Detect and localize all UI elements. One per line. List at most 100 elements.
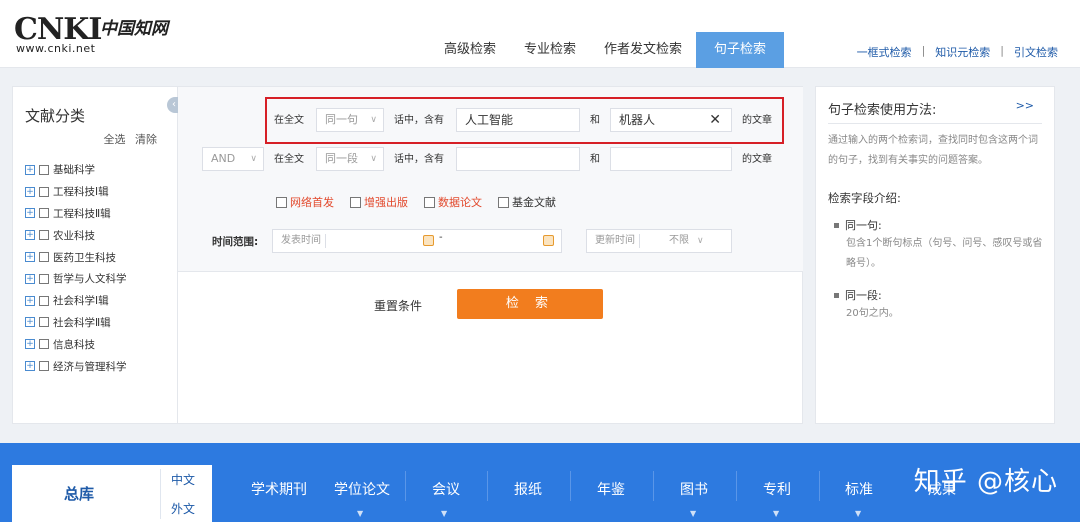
expand-icon[interactable]: + — [25, 273, 35, 284]
db-patents[interactable]: 专利 — [763, 479, 791, 499]
clear-link[interactable]: 清除 — [135, 133, 157, 146]
link-citation-search[interactable]: 引文检索 — [1014, 44, 1058, 60]
category-list: + 基础科学 + 工程科技Ⅰ辑 + 工程科技Ⅱ辑 + 农业科技 + 医药卫生科技 + 哲学与… — [25, 159, 127, 377]
db-theses[interactable]: 学位论文 — [334, 479, 390, 499]
help-description: 通过输入的两个检索词，查找同时包含这两个词的句子，找到有关事实的问题答案。 — [828, 135, 1038, 166]
checkbox[interactable] — [39, 273, 49, 284]
checkbox-fund-literature[interactable]: 基金文献 — [498, 194, 556, 210]
checkbox-enhanced-publish[interactable]: 增强出版 — [350, 194, 408, 210]
expand-icon[interactable]: + — [25, 295, 35, 306]
category-item[interactable]: + 工程科技Ⅱ辑 — [25, 203, 127, 225]
expand-icon[interactable]: + — [25, 317, 35, 328]
category-item[interactable]: + 经济与管理科学 — [25, 355, 127, 377]
expand-icon[interactable]: + — [25, 208, 35, 219]
db-journals[interactable]: 学术期刊 — [251, 479, 307, 499]
category-item[interactable]: + 社会科学Ⅰ辑 — [25, 290, 127, 312]
category-item[interactable]: + 工程科技Ⅰ辑 — [25, 181, 127, 203]
logic-select[interactable]: AND ∨ — [202, 147, 264, 171]
tab-professional-search[interactable]: 专业检索 — [510, 32, 590, 68]
bullet-icon — [834, 292, 839, 298]
db-yearbook[interactable]: 年鉴 — [597, 479, 625, 499]
checkbox[interactable] — [39, 186, 49, 197]
update-time-select[interactable]: 更新时间 不限 ∨ — [586, 229, 732, 253]
bullet-icon — [834, 222, 839, 228]
db-standards[interactable]: 标准 — [845, 479, 873, 499]
chevron-down-icon: ▼ — [441, 509, 448, 518]
chevron-down-icon: ▼ — [855, 509, 862, 518]
checkbox[interactable] — [39, 208, 49, 219]
category-actions: 全选 清除 — [98, 131, 158, 147]
category-item[interactable]: + 基础科学 — [25, 159, 127, 181]
checkbox[interactable] — [39, 317, 49, 328]
checkbox[interactable] — [39, 230, 49, 241]
category-item[interactable]: + 农业科技 — [25, 224, 127, 246]
chevron-down-icon: ∨ — [370, 154, 377, 164]
term1-input[interactable] — [456, 147, 580, 171]
link-single-box-search[interactable]: 一框式检索 — [857, 44, 912, 60]
chevron-down-icon: ∨ — [697, 236, 704, 246]
checkbox[interactable] — [39, 164, 49, 175]
checkbox-data-paper[interactable]: 数据论文 — [424, 194, 482, 210]
chevron-down-icon: ▼ — [690, 509, 697, 518]
category-item[interactable]: + 医药卫生科技 — [25, 246, 127, 268]
time-range-row: 时间范围: 发表时间 - 更新时间 不限 ∨ — [178, 229, 803, 255]
link-knowledge-search[interactable]: 知识元检索 — [935, 44, 990, 60]
separator: | — [921, 44, 926, 57]
tab-sentence-search[interactable]: 句子检索 — [696, 32, 785, 68]
foreign-db-link[interactable]: 外文 — [171, 500, 195, 517]
cnki-logo[interactable]: CNKI 中国知网 www.cnki.net — [14, 12, 174, 56]
expand-icon[interactable]: + — [25, 252, 35, 263]
expand-icon[interactable]: + — [25, 339, 35, 350]
category-item[interactable]: + 信息科技 — [25, 333, 127, 355]
checkbox[interactable] — [39, 295, 49, 306]
field-same-sentence-desc: 包含1个断句标点（句号、问号、感叹号或省略号）。 — [846, 238, 1043, 269]
expand-icon[interactable]: + — [25, 164, 35, 175]
checkbox[interactable] — [39, 361, 49, 372]
scope-select[interactable]: 同一段 ∨ — [316, 147, 384, 171]
select-all-link[interactable]: 全选 — [104, 133, 126, 146]
db-conference[interactable]: 会议 — [432, 479, 460, 499]
calendar-icon[interactable] — [423, 235, 434, 246]
tab-advanced-search[interactable]: 高级检索 — [430, 32, 510, 68]
term2-input[interactable] — [610, 147, 732, 171]
reset-button[interactable]: 重置条件 — [374, 297, 422, 314]
db-newspaper[interactable]: 报纸 — [514, 479, 542, 499]
help-panel: 句子检索使用方法: >> 通过输入的两个检索词，查找同时包含这两个词的句子，找到… — [815, 86, 1055, 424]
db-books[interactable]: 图书 — [680, 479, 708, 499]
checkbox[interactable] — [39, 339, 49, 350]
tab-author-search[interactable]: 作者发文检索 — [590, 32, 696, 68]
filter-checkboxes: 网络首发 增强出版 数据论文 基金文献 — [276, 194, 572, 210]
logo-url: www.cnki.net — [16, 42, 96, 55]
all-db-link[interactable]: 总库 — [64, 483, 94, 504]
row-suffix: 的文章 — [742, 154, 772, 165]
publish-date-range[interactable]: 发表时间 - — [272, 229, 562, 253]
search-panel: 在全文 同一句 ∨ 话中，含有 人工智能 和 机器人 ✕ 的文章 AND ∨ 在全文 … — [178, 86, 803, 424]
expand-icon[interactable]: + — [25, 361, 35, 372]
category-item[interactable]: + 社会科学Ⅱ辑 — [25, 312, 127, 334]
search-type-tabs: 高级检索 专业检索 作者发文检索 句子检索 — [430, 32, 785, 68]
chevron-down-icon: ▼ — [357, 509, 364, 518]
expand-icon[interactable]: + — [25, 186, 35, 197]
database-main-tab: 总库 中文 外文 — [12, 465, 212, 522]
more-link[interactable]: >> — [1016, 99, 1034, 112]
checkbox[interactable] — [39, 252, 49, 263]
chinese-db-link[interactable]: 中文 — [171, 471, 195, 488]
category-panel: 文献分类 ‹ 全选 清除 + 基础科学 + 工程科技Ⅰ辑 + 工程科技Ⅱ辑 + 农业科技… — [12, 86, 181, 424]
field-same-paragraph-desc: 20句之内。 — [846, 308, 899, 319]
row-mid: 话中，含有 — [394, 154, 444, 165]
category-item[interactable]: + 哲学与人文科学 — [25, 268, 127, 290]
condition-row-2: AND ∨ 在全文 同一段 ∨ 话中，含有 和 的文章 — [178, 147, 803, 173]
chevron-down-icon: ∨ — [250, 154, 257, 164]
checkbox-online-first[interactable]: 网络首发 — [276, 194, 334, 210]
expand-icon[interactable]: + — [25, 230, 35, 241]
header: CNKI 中国知网 www.cnki.net 高级检索 专业检索 作者发文检索 … — [0, 0, 1080, 68]
search-button[interactable]: 检 索 — [457, 289, 603, 319]
and-label: 和 — [590, 154, 600, 165]
calendar-icon[interactable] — [543, 235, 554, 246]
fields-title: 检索字段介绍: — [828, 191, 901, 205]
highlight-box — [265, 97, 784, 144]
divider — [828, 123, 1042, 124]
top-links: 一框式检索 | 知识元检索 | 引文检索 — [857, 44, 1058, 60]
time-range-label: 时间范围: — [212, 236, 259, 248]
zhihu-watermark: 知乎 @核心 — [913, 467, 1058, 497]
